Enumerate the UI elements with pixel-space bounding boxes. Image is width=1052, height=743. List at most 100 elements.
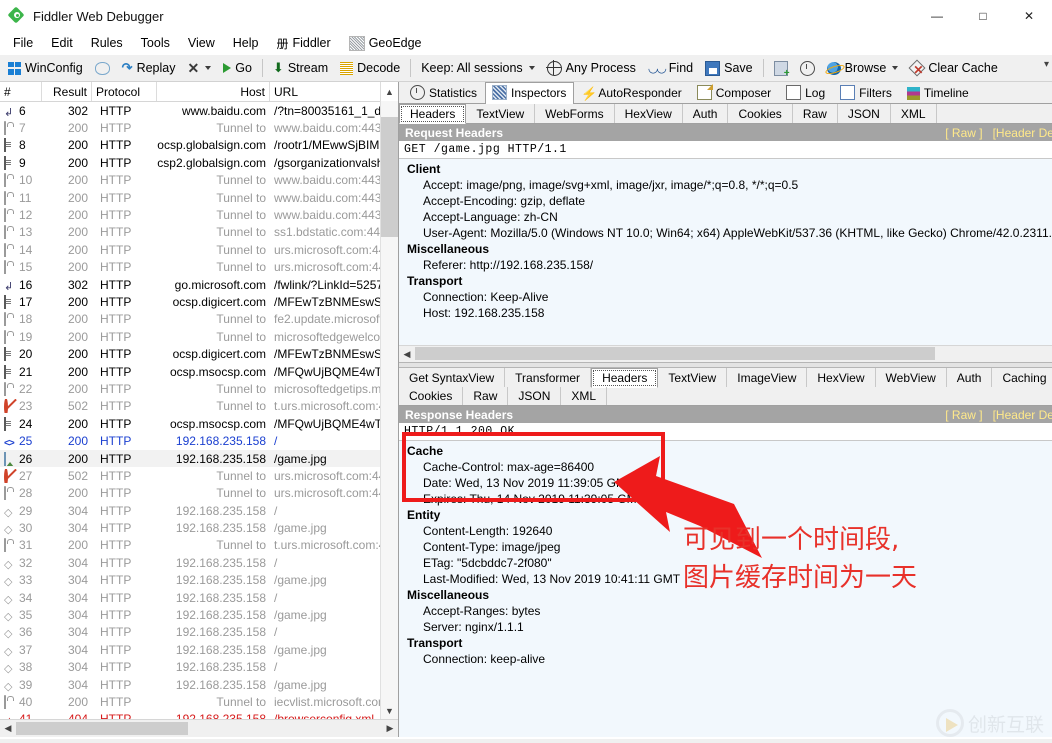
response-tab-caching[interactable]: Caching [992,368,1052,387]
close-button[interactable]: ✕ [1006,0,1052,32]
menu-fiddler[interactable]: 册 Fiddler [267,33,339,54]
decode-button[interactable]: Decode [334,59,406,77]
request-tab-json[interactable]: JSON [838,104,891,123]
hscroll-thumb[interactable] [415,347,935,360]
scroll-right-arrow-icon[interactable]: ▶ [382,723,398,734]
column-header-number[interactable]: # [0,82,42,101]
table-row[interactable]: ◇32304HTTP192.168.235.158/ [0,554,398,571]
header-row[interactable]: Accept-Ranges: bytes [399,603,1052,619]
table-row[interactable]: 9200HTTPocsp2.globalsign.com/gsorganizat… [0,154,398,171]
header-row[interactable]: ETag: "5dcbddc7-2f080" [399,555,1052,571]
request-horizontal-scrollbar[interactable]: ◀ ▶ [399,345,1052,362]
response-tab-transformer[interactable]: Transformer [505,368,591,387]
scroll-down-arrow-icon[interactable]: ▼ [381,703,398,719]
column-header-protocol[interactable]: Protocol [92,82,157,101]
table-row[interactable]: ◇33304HTTP192.168.235.158/game.jpg [0,572,398,589]
replay-button[interactable]: ↷ Replay [116,58,182,78]
hscroll-track[interactable] [16,721,382,736]
table-row[interactable]: ◇38304HTTP192.168.235.158/ [0,659,398,676]
maximize-button[interactable]: □ [960,0,1006,32]
header-row[interactable]: Connection: keep-alive [399,651,1052,667]
table-row[interactable]: 40200HTTPTunnel toiecvlist.microsoft.com… [0,693,398,710]
table-row[interactable]: 22200HTTPTunnel tomicrosoftedgetips.mic [0,380,398,397]
table-row[interactable]: ↲6302HTTPwww.baidu.com/?tn=80035161_1_dg [0,102,398,119]
menu-help[interactable]: Help [224,34,268,52]
menu-rules[interactable]: Rules [82,34,132,52]
request-header-definitions-link[interactable]: [Header Definitions] [993,126,1052,140]
request-tab-auth[interactable]: Auth [683,104,729,123]
response-tab-headers[interactable]: Headers [591,368,658,388]
tab-statistics[interactable]: Statistics [403,82,485,103]
tab-composer[interactable]: Composer [690,82,779,103]
header-row[interactable]: Content-Type: image/jpeg [399,539,1052,555]
response-tab-cookies[interactable]: Cookies [399,387,463,405]
menu-tools[interactable]: Tools [132,34,179,52]
sessions-vertical-scrollbar[interactable]: ▼ [380,101,398,719]
request-tab-xml[interactable]: XML [891,104,937,123]
keep-sessions-dropdown[interactable]: Keep: All sessions [415,59,540,77]
response-tab-textview[interactable]: TextView [658,368,727,387]
save-button[interactable]: Save [699,59,759,78]
table-row[interactable]: ◇35304HTTP192.168.235.158/game.jpg [0,606,398,623]
table-row[interactable]: 21200HTTPocsp.msocsp.com/MFQwUjBQME4wTDA [0,363,398,380]
header-row[interactable]: Expires: Thu, 14 Nov 2019 11:39:05 GMT [399,491,1052,507]
tab-filters[interactable]: Filters [833,82,900,103]
sessions-list[interactable]: ↲6302HTTPwww.baidu.com/?tn=80035161_1_dg… [0,102,398,719]
browse-button[interactable]: Browse [821,59,905,77]
response-tab-hexview[interactable]: HexView [807,368,875,387]
response-raw-link[interactable]: [ Raw ] [945,408,982,422]
scroll-left-arrow-icon[interactable]: ◀ [0,723,16,734]
scrollbar-thumb[interactable] [381,117,398,237]
response-tab-xml[interactable]: XML [561,387,607,405]
table-row[interactable]: 15200HTTPTunnel tours.microsoft.com:443 [0,259,398,276]
response-tab-webview[interactable]: WebView [876,368,947,387]
table-row[interactable]: 13200HTTPTunnel toss1.bdstatic.com:443 [0,224,398,241]
tab-timeline[interactable]: Timeline [900,83,977,103]
go-button[interactable]: Go [217,59,258,77]
table-row[interactable]: 27502HTTPTunnel tours.microsoft.com:443 [0,467,398,484]
table-row[interactable]: 14200HTTPTunnel tours.microsoft.com:443 [0,241,398,258]
request-tab-headers[interactable]: Headers [399,104,466,124]
table-row[interactable]: 26200HTTP192.168.235.158/game.jpg [0,450,398,467]
table-row[interactable]: ▲41404HTTP192.168.235.158/browserconfig.… [0,711,398,719]
header-row[interactable]: Accept: image/png, image/svg+xml, image/… [399,177,1052,193]
response-tab-auth[interactable]: Auth [947,368,993,387]
toolbar-overflow-button[interactable]: ▾ [1044,60,1049,70]
column-header-result[interactable]: Result [42,82,92,101]
table-row[interactable]: 28200HTTPTunnel tours.microsoft.com:443 [0,485,398,502]
table-row[interactable]: 31200HTTPTunnel tot.urs.microsoft.com:4 [0,537,398,554]
header-row[interactable]: User-Agent: Mozilla/5.0 (Windows NT 10.0… [399,225,1052,241]
table-row[interactable]: 10200HTTPTunnel towww.baidu.com:443 [0,172,398,189]
tab-log[interactable]: Log [779,82,833,103]
sessions-horizontal-scrollbar[interactable]: ◀ ▶ [0,719,398,737]
header-row[interactable]: Referer: http://192.168.235.158/ [399,257,1052,273]
header-row[interactable]: Content-Length: 192640 [399,523,1052,539]
response-tab-raw[interactable]: Raw [463,387,508,405]
table-row[interactable]: <>25200HTTP192.168.235.158/ [0,432,398,449]
table-row[interactable]: 17200HTTPocsp.digicert.com/MFEwTzBNMEswS… [0,293,398,310]
table-row[interactable]: ↲16302HTTPgo.microsoft.com/fwlink/?LinkI… [0,276,398,293]
scroll-left-arrow-icon[interactable]: ◀ [399,349,415,360]
menu-file[interactable]: File [4,34,42,52]
column-header-host[interactable]: Host [157,82,270,101]
response-tab-json[interactable]: JSON [508,387,561,405]
table-row[interactable]: 8200HTTPocsp.globalsign.com/rootr1/MEwwS… [0,137,398,154]
table-row[interactable]: 11200HTTPTunnel towww.baidu.com:443 [0,189,398,206]
any-process-button[interactable]: Any Process [541,59,642,78]
table-row[interactable]: ◇34304HTTP192.168.235.158/ [0,589,398,606]
table-row[interactable]: 19200HTTPTunnel tomicrosoftedgewelcome [0,328,398,345]
table-row[interactable]: ◇29304HTTP192.168.235.158/ [0,502,398,519]
winconfig-button[interactable]: WinConfig [2,59,89,77]
request-raw-link[interactable]: [ Raw ] [945,126,982,140]
header-row[interactable]: Last-Modified: Wed, 13 Nov 2019 10:41:11… [399,571,1052,587]
menu-edit[interactable]: Edit [42,34,82,52]
header-row[interactable]: Accept-Encoding: gzip, deflate [399,193,1052,209]
header-row[interactable]: Host: 192.168.235.158 [399,305,1052,321]
header-row[interactable]: Accept-Language: zh-CN [399,209,1052,225]
header-row[interactable]: Date: Wed, 13 Nov 2019 11:39:05 GMT [399,475,1052,491]
table-row[interactable]: 12200HTTPTunnel towww.baidu.com:443 [0,206,398,223]
table-row[interactable]: ◇30304HTTP192.168.235.158/game.jpg [0,519,398,536]
request-tab-textview[interactable]: TextView [466,104,535,123]
table-row[interactable]: ◇36304HTTP192.168.235.158/ [0,624,398,641]
response-header-definitions-link[interactable]: [Header Definitions] [993,408,1052,422]
